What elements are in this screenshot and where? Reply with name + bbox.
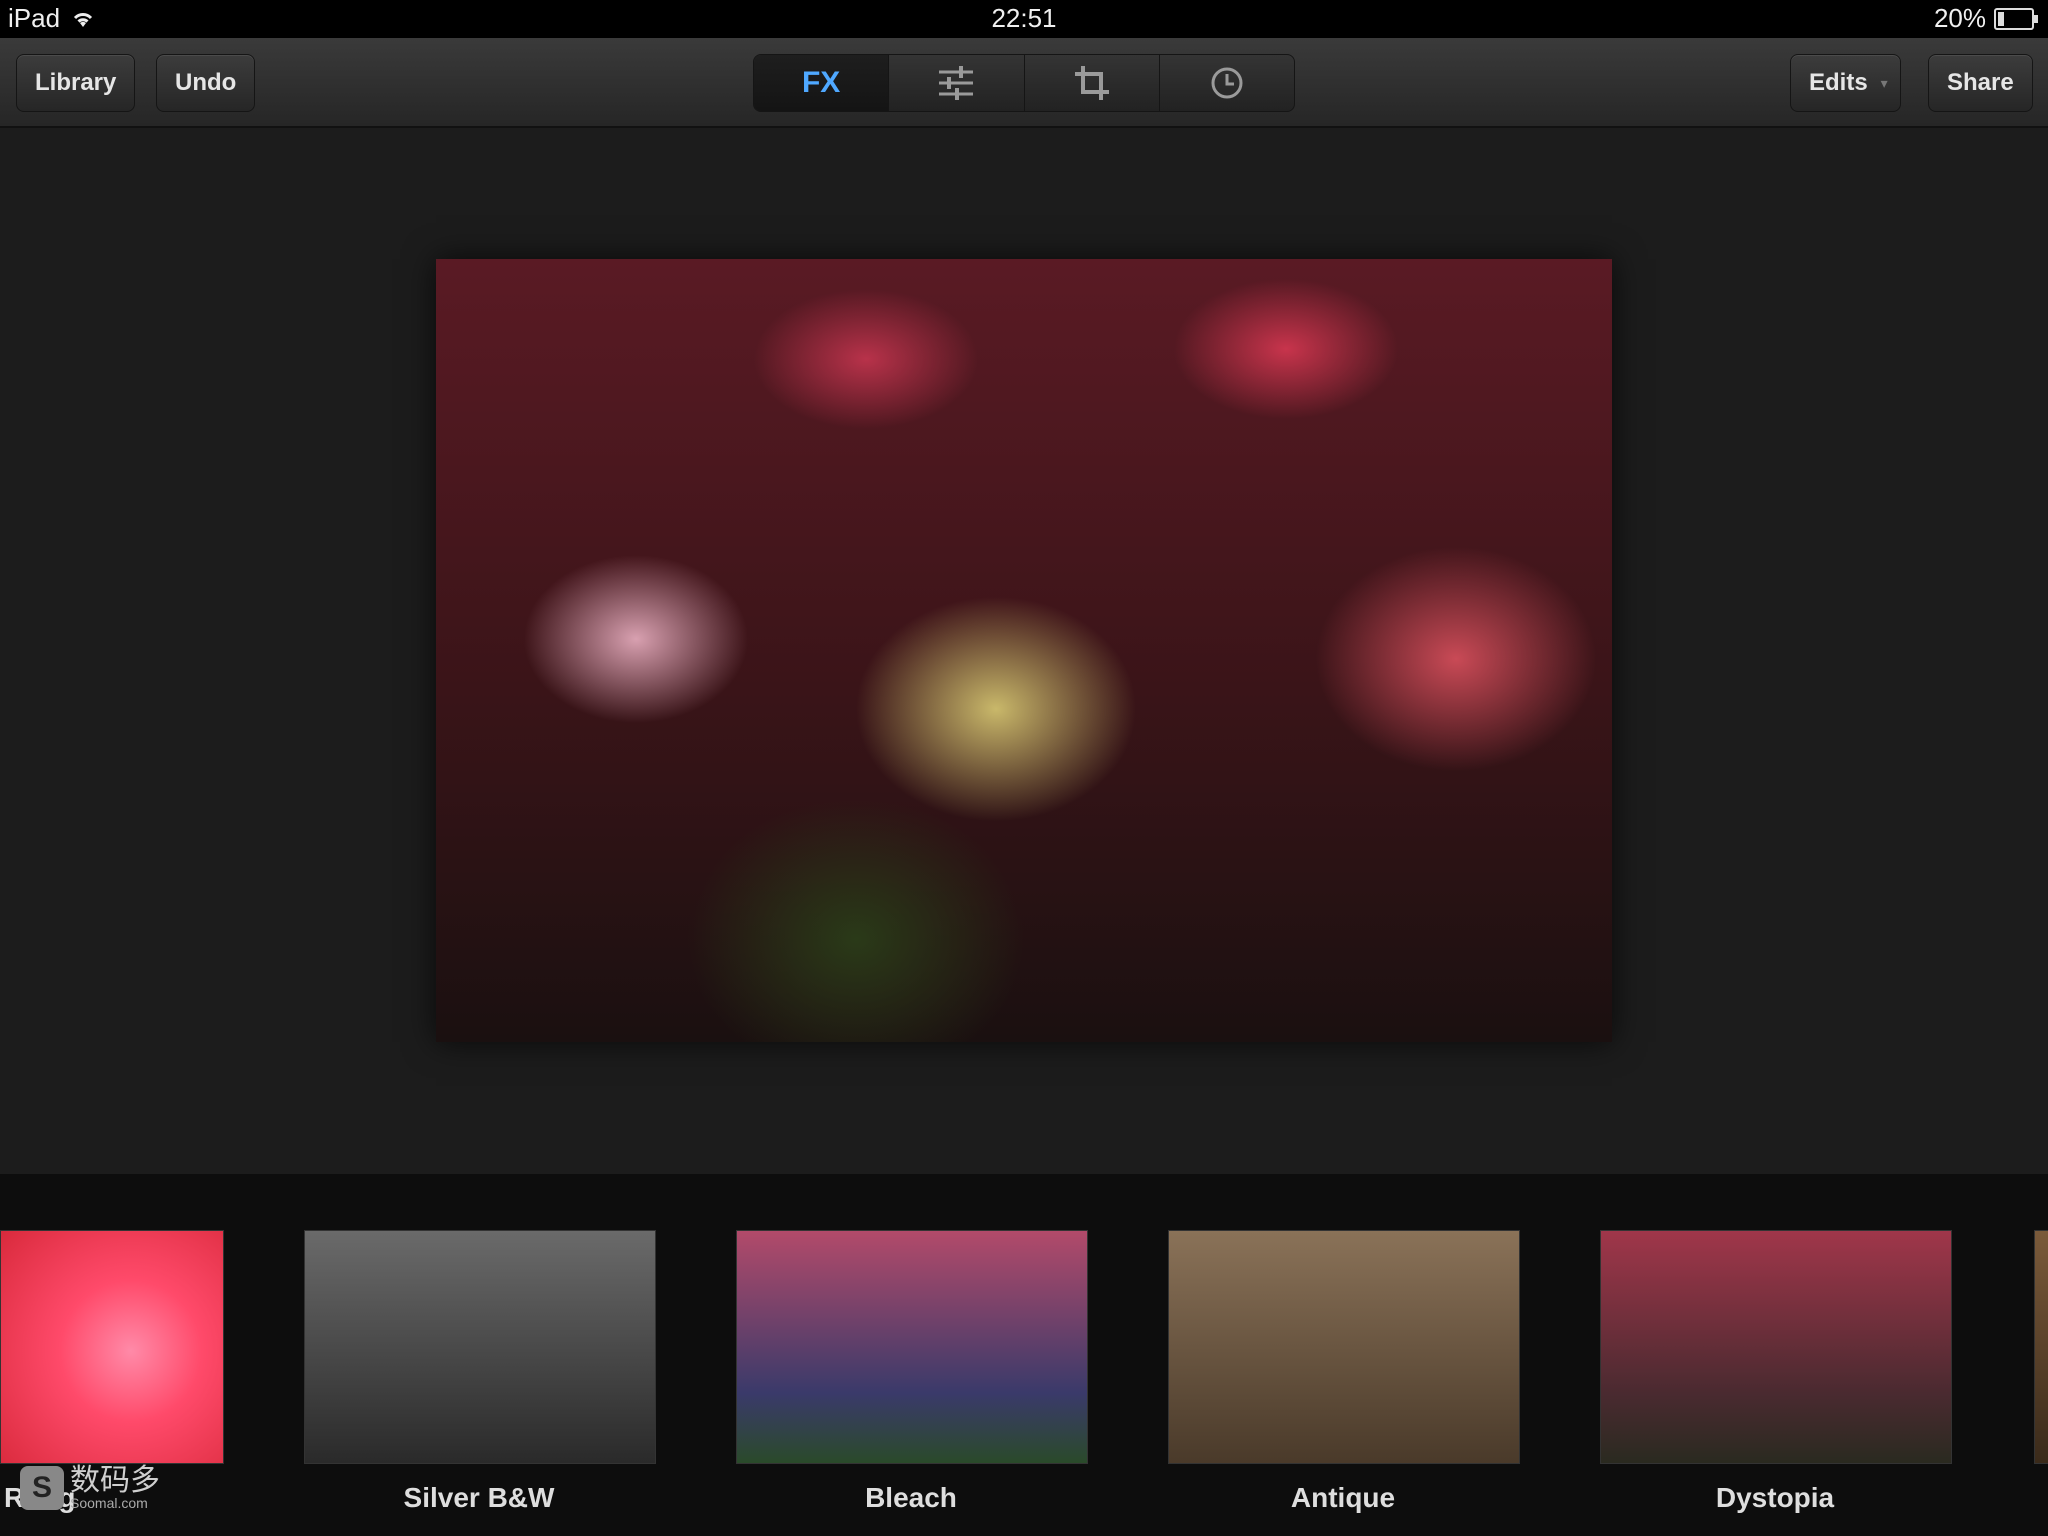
filter-strip: Roug Silver B&W Bleach Antique Dystopia bbox=[0, 1174, 2048, 1536]
undo-button[interactable]: Undo bbox=[156, 54, 256, 112]
status-bar: iPad 22:51 20% bbox=[0, 0, 2048, 38]
filter-label-dystopia: Dystopia bbox=[1715, 1482, 1835, 1513]
fx-label: FX bbox=[801, 66, 841, 99]
filter-thumbnail-next[interactable] bbox=[2034, 1230, 2048, 1464]
battery-indicator: 20% bbox=[1933, 3, 2038, 34]
watermark-logo: S bbox=[20, 1466, 64, 1510]
filter-thumbnail-dystopia[interactable] bbox=[1600, 1230, 1952, 1464]
library-button[interactable]: Library bbox=[16, 54, 136, 112]
filter-thumbnail-bleach[interactable] bbox=[736, 1230, 1088, 1464]
filter-label-bleach: Bleach bbox=[865, 1482, 957, 1513]
share-button[interactable]: Share bbox=[1928, 54, 2033, 112]
clock-icon bbox=[1211, 67, 1243, 99]
edit-mode-segmented-control: FX bbox=[753, 54, 1295, 112]
filter-thumbnail-rouge[interactable] bbox=[0, 1230, 224, 1464]
filter-thumbnail-silver-bw[interactable] bbox=[304, 1230, 656, 1464]
edits-button[interactable]: Edits ▾ bbox=[1790, 54, 1901, 112]
filter-label-antique: Antique bbox=[1290, 1482, 1396, 1513]
watermark-url: Soomal.com bbox=[70, 1495, 148, 1511]
battery-percent: 20% bbox=[1933, 3, 1986, 33]
watermark-text: 数码多 bbox=[70, 1464, 160, 1497]
filter-label-silver-bw: Silver B&W bbox=[403, 1482, 555, 1513]
battery-icon bbox=[1994, 7, 2038, 30]
edits-label: Edits bbox=[1809, 69, 1868, 96]
clock: 22:51 bbox=[991, 3, 1057, 33]
sliders-icon bbox=[939, 66, 974, 100]
toolbar: Library Undo FX Edits ▾ Share bbox=[0, 38, 2048, 128]
crop-icon bbox=[1074, 66, 1109, 100]
photo-preview[interactable] bbox=[436, 259, 1612, 1042]
tab-fx[interactable]: FX bbox=[754, 55, 890, 111]
tab-crop[interactable] bbox=[1025, 55, 1160, 111]
tab-history[interactable] bbox=[1160, 55, 1294, 111]
chevron-down-icon: ▾ bbox=[1880, 75, 1888, 91]
watermark: S 数码多 Soomal.com bbox=[20, 1466, 160, 1510]
tab-adjust[interactable] bbox=[889, 55, 1025, 111]
filter-thumbnail-antique[interactable] bbox=[1168, 1230, 1520, 1464]
